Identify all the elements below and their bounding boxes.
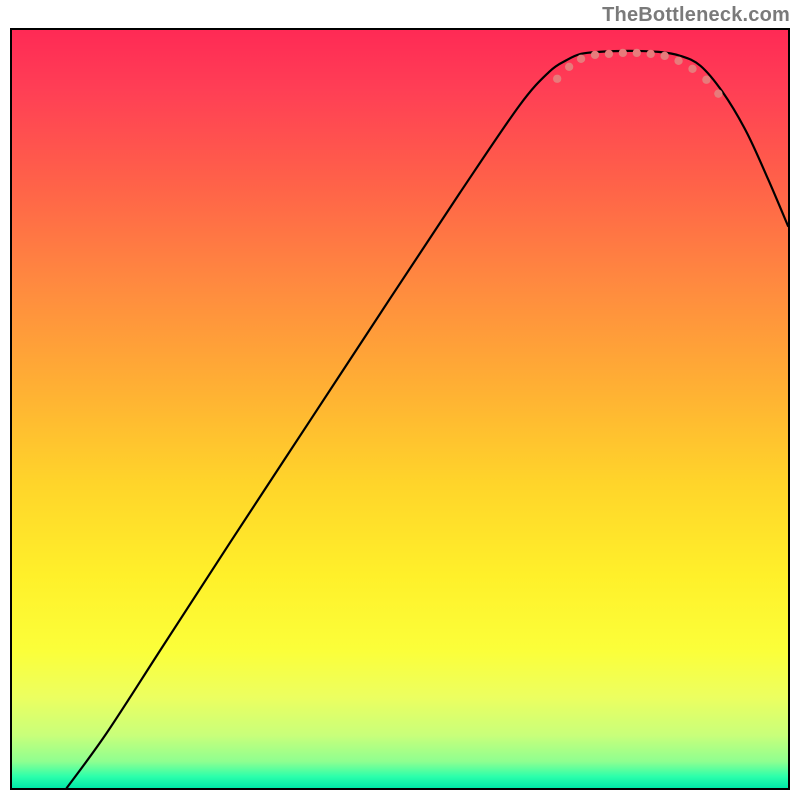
bottleneck-curve [67,51,788,788]
marker-dot [688,65,696,73]
marker-dot [647,50,655,58]
marker-dot [702,76,710,84]
chart-stage: TheBottleneck.com [0,0,800,800]
marker-dot [553,75,561,83]
marker-dot [714,89,722,97]
curve-layer [12,30,788,788]
marker-dot [660,52,668,60]
marker-dot [565,63,573,71]
attribution-text: TheBottleneck.com [602,4,790,27]
marker-dot [633,49,641,57]
dashed-marker-dots [553,49,723,98]
marker-dot [591,51,599,59]
marker-dot [674,57,682,65]
marker-dot [605,50,613,58]
plot-area [10,28,790,790]
marker-dot [577,55,585,63]
marker-dot [619,49,627,57]
